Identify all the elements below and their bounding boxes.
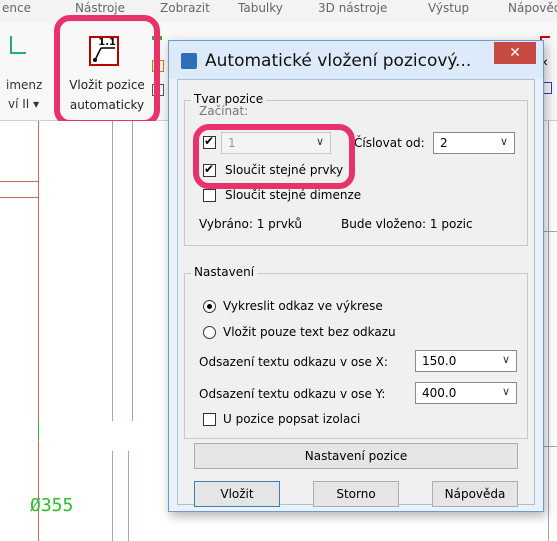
dialog-title: Automatické vložení pozicový... bbox=[205, 51, 472, 71]
offset-x-combo[interactable]: 150.0 ∨ bbox=[415, 350, 517, 372]
chevron-down-icon: ∨ bbox=[501, 353, 510, 366]
chevron-down-icon: ∨ bbox=[501, 385, 510, 398]
radio-vykreslit-odkaz[interactable] bbox=[203, 300, 216, 313]
menu-item-vystup[interactable]: Výstup bbox=[428, 1, 469, 15]
menu-item-nastroje[interactable]: Nástroje bbox=[75, 1, 125, 15]
dimension-text: Ø355 bbox=[30, 495, 74, 516]
merge-dims-checkbox[interactable] bbox=[203, 189, 216, 202]
start-sub-label: Začínat: bbox=[199, 104, 249, 118]
cislovat-label: Číslovat od: bbox=[354, 136, 425, 150]
offset-y-combo[interactable]: 400.0 ∨ bbox=[415, 382, 517, 404]
offset-x-value: 150.0 bbox=[422, 354, 457, 368]
app-icon bbox=[181, 53, 197, 69]
merge-dims-label[interactable]: Sloučit stejné dimenze bbox=[225, 188, 361, 202]
radio-pouze-text[interactable] bbox=[203, 326, 216, 339]
group-nastaveni: Nastavení Vykreslit odkaz ve výkrese Vlo… bbox=[184, 265, 528, 439]
ribbon-left-label-1[interactable]: imenz bbox=[6, 78, 42, 92]
izolace-label[interactable]: U pozice popsat izolaci bbox=[223, 412, 360, 426]
napoveda-button[interactable]: Nápověda bbox=[432, 481, 518, 507]
highlight-start-combo bbox=[193, 124, 355, 189]
menu-item-zobrazit[interactable]: Zobrazit bbox=[160, 1, 210, 15]
nastaveni-pozice-button[interactable]: Nastavení pozice bbox=[194, 443, 518, 469]
cislovat-value: 2 bbox=[440, 136, 448, 150]
group-title-nastaveni: Nastavení bbox=[191, 265, 258, 279]
highlight-ribbon-button bbox=[54, 15, 160, 126]
radio-vykreslit-odkaz-label[interactable]: Vykreslit odkaz ve výkrese bbox=[223, 299, 383, 313]
dialog-title-bar[interactable]: Automatické vložení pozicový... ✕ bbox=[169, 41, 543, 79]
dialog-window: Automatické vložení pozicový... ✕ Tvar p… bbox=[168, 40, 544, 512]
menu-item-napoveda[interactable]: Nápověda bbox=[508, 1, 557, 15]
offset-y-label: Odsazení textu odkazu v ose Y: bbox=[199, 387, 386, 401]
storno-button[interactable]: Storno bbox=[313, 481, 399, 507]
inserted-count-text: Bude vloženo: 1 pozic bbox=[341, 217, 473, 231]
selected-count-text: Vybráno: 1 prvků bbox=[199, 217, 302, 231]
ribbon-left-icon[interactable] bbox=[10, 36, 26, 54]
vlozit-button[interactable]: Vložit bbox=[194, 481, 280, 507]
menu-item-3d-nastroje[interactable]: 3D nástroje bbox=[318, 1, 387, 15]
offset-x-label: Odsazení textu odkazu v ose X: bbox=[199, 355, 388, 369]
radio-pouze-text-label[interactable]: Vložit pouze text bez odkazu bbox=[223, 325, 396, 339]
close-button[interactable]: ✕ bbox=[494, 42, 536, 64]
izolace-checkbox[interactable] bbox=[203, 413, 216, 426]
menu-item-tabulky[interactable]: Tabulky bbox=[238, 1, 283, 15]
cislovat-combo[interactable]: 2 ∨ bbox=[433, 132, 515, 154]
offset-y-value: 400.0 bbox=[422, 386, 457, 400]
chevron-down-icon: ∨ bbox=[499, 135, 508, 148]
ribbon-left-label-2[interactable]: ví II ▾ bbox=[8, 97, 39, 111]
menu-item-ence[interactable]: ence bbox=[2, 1, 31, 15]
